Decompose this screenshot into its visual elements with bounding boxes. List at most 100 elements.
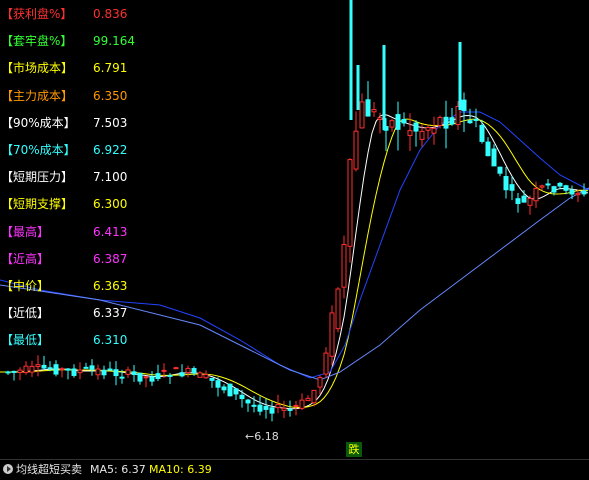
candle-body: [251, 404, 257, 407]
candle-body: [377, 117, 383, 121]
candle-body: [347, 159, 353, 247]
candle-body: [59, 368, 65, 371]
candle-body: [299, 399, 305, 409]
candle-body: [509, 184, 515, 191]
ma10-value: MA10: 6.39: [149, 463, 212, 476]
candle-body: [293, 404, 299, 407]
stat-label: 【主力成本】: [1, 88, 74, 103]
stat-value: 6.337: [93, 306, 128, 321]
candle-body: [17, 369, 23, 373]
stat-label: 【90%成本】: [1, 115, 76, 130]
stat-label: 【套牢盘%】: [1, 34, 73, 49]
stat-value: 99.164: [93, 34, 135, 49]
candle-body: [491, 148, 497, 167]
candle-body: [329, 312, 335, 357]
candle-body: [575, 192, 581, 196]
candle-body: [11, 370, 17, 373]
candle-body: [395, 114, 401, 130]
candle-body: [533, 187, 539, 202]
candle-body: [545, 183, 551, 186]
stat-value: 6.300: [93, 197, 128, 212]
stat-row: 【最低】 6.310: [0, 330, 160, 350]
stat-label: 【70%成本】: [1, 143, 76, 157]
candle-body: [197, 372, 203, 378]
stat-value: 6.791: [93, 61, 128, 76]
candle-body: [77, 369, 83, 374]
candle-body: [287, 408, 293, 411]
candle-body: [167, 374, 173, 377]
candle-body: [203, 373, 209, 379]
stat-value: 6.413: [93, 224, 128, 239]
candle-body: [149, 376, 155, 382]
candle-body: [179, 372, 185, 377]
play-icon[interactable]: [3, 464, 13, 474]
candle-body: [113, 369, 119, 377]
candle-body: [23, 365, 29, 374]
stat-value: 6.363: [93, 279, 128, 293]
candle-body: [257, 404, 263, 412]
candle-body: [353, 130, 359, 170]
candle-body: [449, 117, 455, 125]
candle-body: [311, 389, 317, 404]
candle-body: [263, 405, 269, 410]
candle-body: [431, 127, 437, 134]
candle-body: [425, 126, 431, 131]
candle-body: [269, 407, 275, 414]
stat-value: 7.503: [93, 115, 128, 130]
candle-body: [209, 377, 215, 381]
stat-row: 【近高】 6.387: [0, 249, 160, 269]
candle-body: [521, 195, 527, 203]
candle-body: [65, 368, 71, 371]
candle-body: [359, 101, 365, 129]
candle-body: [527, 198, 533, 206]
stat-label: 【近低】: [1, 306, 50, 321]
indicator-title[interactable]: 均线超短买卖: [16, 460, 82, 479]
candle-body: [71, 368, 77, 376]
candle-body: [173, 367, 179, 370]
stat-row: 【市场成本】 6.791: [0, 58, 160, 78]
candle-body: [221, 386, 227, 391]
stat-value: 0.836: [93, 7, 128, 21]
candle-body: [467, 120, 473, 124]
candle-body: [443, 116, 449, 129]
candle-body: [479, 124, 485, 142]
stat-row: 【短期支撑】 6.300: [0, 194, 160, 214]
stat-value: 6.387: [93, 251, 128, 266]
candle-body: [41, 364, 47, 369]
candle-body: [107, 368, 113, 371]
candle-body: [5, 371, 11, 374]
candle-body: [53, 364, 59, 375]
stat-value: 6.922: [93, 143, 128, 157]
candle-body: [371, 109, 377, 113]
candle-body: [401, 118, 407, 124]
candle-body: [155, 373, 161, 380]
candle-body: [35, 364, 41, 368]
candle-body: [581, 190, 587, 195]
ma5-value: MA5: 6.37: [90, 463, 146, 476]
stat-row: 【套牢盘%】 99.164: [0, 31, 160, 51]
candle-body: [161, 369, 167, 372]
stat-label: 【短期支撑】: [1, 197, 74, 212]
candle-body: [503, 176, 509, 191]
candle-body: [341, 244, 347, 288]
stat-row: 【近低】 6.337: [0, 303, 160, 323]
candle-body: [275, 404, 281, 409]
stat-row: 【中价】 6.363: [0, 276, 160, 296]
candle-body: [131, 371, 137, 376]
stat-row: 【短期压力】 7.100: [0, 167, 160, 187]
candle-body: [557, 182, 563, 187]
candle-body: [407, 130, 413, 136]
stat-row: 【70%成本】 6.922: [0, 140, 160, 160]
stat-row: 【获利盘%】 0.836: [0, 4, 160, 24]
candle-body: [365, 99, 371, 117]
candle-body: [143, 376, 149, 379]
candle-body: [569, 189, 575, 195]
candle-body: [323, 352, 329, 375]
candle-body: [233, 388, 239, 395]
candle-body: [305, 397, 311, 402]
stat-value: 6.350: [93, 88, 128, 103]
stat-row: 【主力成本】 6.350: [0, 86, 160, 106]
candle-body: [29, 365, 35, 373]
stat-label: 【近高】: [1, 251, 50, 266]
candle-body: [461, 99, 467, 111]
